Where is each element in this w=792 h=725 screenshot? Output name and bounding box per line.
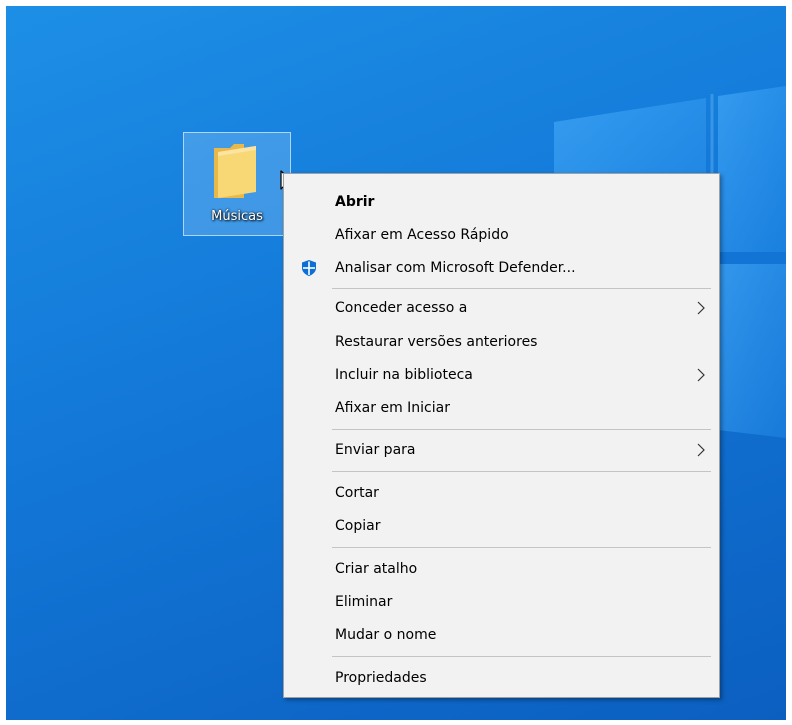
menu-item-copiar[interactable]: Copiar [286,512,717,540]
menu-item-label: Afixar em Iniciar [335,400,450,416]
submenu-arrow-icon [697,301,705,315]
menu-item-label: Conceder acesso a [335,300,468,316]
menu-separator [332,656,711,657]
menu-item-label: Analisar com Microsoft Defender... [335,260,576,276]
menu-item-afixar-iniciar[interactable]: Afixar em Iniciar [286,394,717,422]
menu-item-label: Propriedades [335,670,427,686]
menu-item-label: Cortar [335,485,379,501]
menu-item-label: Afixar em Acesso Rápido [335,227,509,243]
menu-item-label: Criar atalho [335,561,418,577]
menu-separator [332,288,711,289]
menu-item-eliminar[interactable]: Eliminar [286,588,717,616]
menu-item-conceder-acesso[interactable]: Conceder acesso a [286,294,717,322]
submenu-arrow-icon [697,368,705,382]
folder-icon [214,144,256,198]
menu-separator [332,471,711,472]
desktop-icon-musicas[interactable]: Músicas [183,132,291,236]
desktop-icon-label: Músicas [211,209,263,224]
menu-item-incluir-biblioteca[interactable]: Incluir na biblioteca [286,361,717,389]
menu-item-label: Eliminar [335,594,393,610]
menu-item-label: Copiar [335,518,381,534]
menu-item-enviar-para[interactable]: Enviar para [286,436,717,464]
menu-separator [332,547,711,548]
menu-item-afixar-acesso-rapido[interactable]: Afixar em Acesso Rápido [286,221,717,249]
menu-item-label: Incluir na biblioteca [335,367,473,383]
menu-item-label: Enviar para [335,442,416,458]
menu-item-cortar[interactable]: Cortar [286,479,717,507]
menu-item-restaurar-versoes[interactable]: Restaurar versões anteriores [286,328,717,356]
menu-item-mudar-nome[interactable]: Mudar o nome [286,621,717,649]
screenshot-frame: Músicas Abrir Afixar em Acesso Rápido An… [0,0,792,725]
defender-shield-icon [302,260,316,276]
menu-item-abrir[interactable]: Abrir [286,188,717,216]
menu-item-label: Mudar o nome [335,627,437,643]
menu-item-analisar-defender[interactable]: Analisar com Microsoft Defender... [286,254,717,282]
submenu-arrow-icon [697,443,705,457]
context-menu: Abrir Afixar em Acesso Rápido Analisar c… [283,173,720,698]
menu-separator [332,429,711,430]
menu-item-label: Abrir [335,194,375,210]
menu-item-criar-atalho[interactable]: Criar atalho [286,555,717,583]
menu-item-propriedades[interactable]: Propriedades [286,664,717,692]
menu-item-label: Restaurar versões anteriores [335,334,538,350]
desktop[interactable]: Músicas Abrir Afixar em Acesso Rápido An… [6,6,786,720]
